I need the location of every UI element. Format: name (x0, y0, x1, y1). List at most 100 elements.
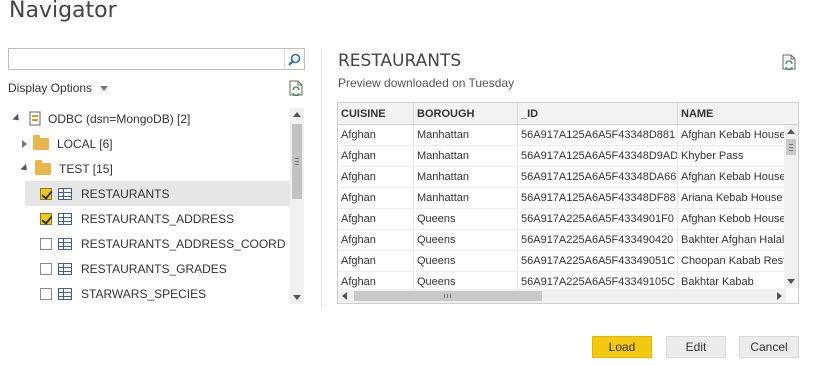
checkbox[interactable] (40, 212, 52, 225)
tree-item-label: STARWARS_SPECIES (81, 286, 207, 301)
table-cell: Manhattan (414, 167, 518, 187)
table-cell: Bakhter Afghan Halal (681, 234, 784, 246)
folder-icon (33, 134, 49, 150)
scroll-up-icon[interactable] (787, 129, 795, 134)
table-row: Afghan Queens 56A917A225A6A5F433490420 B… (338, 230, 784, 251)
grid-header: CUISINE BOROUGH _ID NAME (338, 103, 798, 125)
table-row: Afghan Manhattan 56A917A125A6A5F43348DF8… (338, 188, 784, 209)
table-cell: 56A917A225A6A5F43349051C (518, 251, 678, 271)
table-cell: Afghan (338, 125, 414, 145)
search-icon (288, 53, 301, 66)
refresh-preview-button[interactable] (782, 54, 796, 75)
tree-item-label: RESTAURANTS_ADDRESS_COORD (81, 236, 286, 251)
grid-hscroll-thumb[interactable] (354, 291, 542, 301)
checkbox[interactable] (40, 262, 52, 275)
grid-vertical-scrollbar[interactable] (784, 125, 798, 288)
load-button[interactable]: Load (592, 336, 652, 358)
column-header[interactable]: _ID (518, 103, 678, 124)
table-cell: Afghan (338, 230, 414, 250)
preview-grid: CUISINE BOROUGH _ID NAME Afghan Manhatta… (337, 102, 799, 304)
table-cell: Manhattan (414, 188, 518, 208)
tree-folder-test[interactable]: TEST [15] (8, 156, 290, 181)
table-cell: Khyber Pass (681, 150, 744, 162)
table-cell: 56A917A225A6A5F4334901F0 (518, 209, 678, 229)
refresh-icon (289, 80, 303, 97)
preview-title: RESTAURANTS (338, 51, 462, 71)
column-header[interactable]: BOROUGH (414, 103, 518, 124)
search-button[interactable] (284, 49, 304, 69)
tree-item-starwars-species[interactable]: STARWARS_SPECIES (25, 281, 290, 306)
checkbox[interactable] (40, 237, 52, 250)
table-icon (58, 237, 72, 250)
collapse-icon[interactable] (20, 163, 30, 174)
tree-folder-label: LOCAL [6] (57, 136, 113, 151)
table-cell: Afghan (338, 188, 414, 208)
table-icon (58, 187, 72, 200)
tree-item-restaurants-grades[interactable]: RESTAURANTS_GRADES (25, 256, 290, 281)
table-cell: Afghan (338, 209, 414, 229)
search-input[interactable] (8, 48, 305, 70)
table-cell: Choopan Kabab Resta (681, 255, 784, 267)
table-cell: Afghan (338, 167, 414, 187)
chevron-down-icon (100, 85, 109, 91)
tree-item-label: RESTAURANTS_GRADES (81, 261, 227, 276)
table-cell: Ariana Kebab House (681, 192, 783, 204)
table-icon (58, 287, 72, 300)
display-options-dropdown[interactable]: Display Options (8, 81, 109, 95)
scroll-right-icon[interactable] (777, 292, 782, 300)
checkbox[interactable] (40, 187, 52, 200)
data-source-icon (29, 111, 41, 126)
table-cell: Afghan (338, 251, 414, 271)
table-cell: Manhattan (414, 146, 518, 166)
preview-subtitle: Preview downloaded on Tuesday (338, 76, 515, 90)
table-cell: Queens (414, 251, 518, 271)
scroll-left-icon[interactable] (342, 292, 347, 300)
grid-horizontal-scrollbar[interactable] (338, 289, 786, 303)
table-row: Afghan Queens 56A917A225A6A5F43349051C C… (338, 251, 784, 272)
refresh-icon (782, 54, 796, 71)
tree-root[interactable]: ODBC (dsn=MongoDB) [2] (8, 106, 290, 131)
tree-folder-local[interactable]: LOCAL [6] (8, 131, 290, 156)
column-header[interactable]: NAME (678, 103, 798, 124)
folder-icon (35, 159, 51, 175)
panel-divider (321, 48, 322, 306)
table-cell: Queens (414, 230, 518, 250)
table-row: Afghan Manhattan 56A917A125A6A5F43348D88… (338, 125, 784, 146)
tree-folder-label: TEST [15] (59, 161, 113, 176)
tree-root-label: ODBC (dsn=MongoDB) [2] (48, 111, 191, 126)
edit-button[interactable]: Edit (666, 336, 726, 358)
navigator-tree: ODBC (dsn=MongoDB) [2] LOCAL [6] TEST [1… (8, 106, 306, 306)
display-options-label: Display Options (8, 81, 93, 95)
table-cell: 56A917A125A6A5F43348D881 (518, 125, 678, 145)
tree-item-restaurants-address[interactable]: RESTAURANTS_ADDRESS (25, 206, 290, 231)
scroll-up-icon[interactable] (293, 112, 301, 117)
table-row: Afghan Manhattan 56A917A125A6A5F43348D9A… (338, 146, 784, 167)
cancel-button[interactable]: Cancel (739, 336, 799, 358)
expand-icon[interactable] (12, 113, 22, 124)
tree-scrollbar[interactable] (290, 108, 304, 304)
grid-vscroll-thumb[interactable] (786, 139, 796, 155)
tree-item-restaurants[interactable]: RESTAURANTS (25, 181, 290, 206)
table-icon (58, 262, 72, 275)
table-row: Afghan Queens 56A917A225A6A5F4334901F0 A… (338, 209, 784, 230)
tree-item-label: RESTAURANTS_ADDRESS (81, 211, 235, 226)
tree-scroll-thumb[interactable] (292, 124, 302, 199)
table-cell: Queens (414, 209, 518, 229)
checkbox[interactable] (40, 287, 52, 300)
scroll-down-icon[interactable] (293, 295, 301, 300)
table-cell: 56A917A125A6A5F43348DA66 (518, 167, 678, 187)
table-cell: Afghan Kebab House (681, 129, 784, 141)
tree-item-label: RESTAURANTS (81, 186, 170, 201)
scroll-down-icon[interactable] (787, 279, 795, 284)
column-header[interactable]: CUISINE (338, 103, 414, 124)
table-icon (58, 212, 72, 225)
table-cell: Afghan (338, 146, 414, 166)
expand-icon[interactable] (22, 139, 27, 148)
refresh-tree-button[interactable] (289, 80, 303, 101)
table-cell: 56A917A125A6A5F43348D9AD (518, 146, 678, 166)
table-row: Afghan Manhattan 56A917A125A6A5F43348DA6… (338, 167, 784, 188)
window-title: Navigator (9, 0, 117, 23)
table-cell: Afghan Kebab House (681, 171, 784, 183)
tree-item-restaurants-address-coord[interactable]: RESTAURANTS_ADDRESS_COORD (25, 231, 290, 256)
table-cell: 56A917A225A6A5F433490420 (518, 230, 678, 250)
